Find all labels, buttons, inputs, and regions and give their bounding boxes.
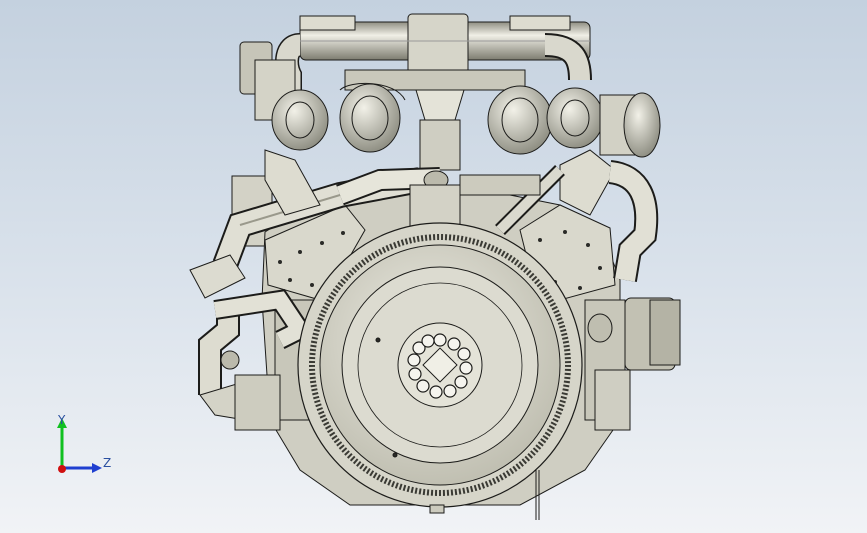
- graphics-viewport[interactable]: Y Z: [0, 0, 867, 533]
- z-axis-label: Z: [103, 456, 112, 470]
- y-axis-label: Y: [58, 413, 66, 427]
- z-axis-arrowhead: [92, 463, 102, 473]
- engine-model[interactable]: [0, 0, 867, 533]
- x-axis-dot: [58, 465, 66, 473]
- flywheel[interactable]: [297, 222, 583, 508]
- orientation-triad[interactable]: [40, 408, 120, 483]
